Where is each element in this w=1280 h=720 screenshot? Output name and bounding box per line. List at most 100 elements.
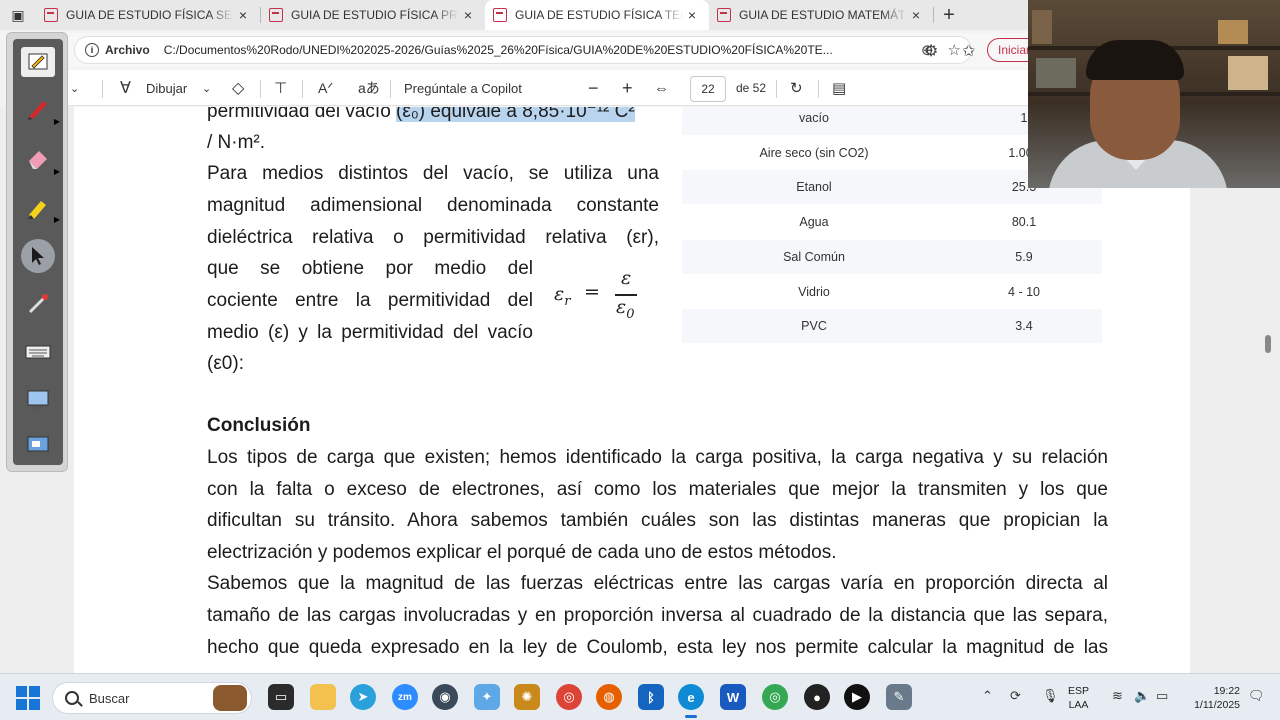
text-span: permitividad del vacío [207,107,397,122]
cursor-icon[interactable] [21,239,55,273]
rotate-icon[interactable]: ↻ [790,70,803,106]
tab-title: GUIA DE ESTUDIO FÍSICA TERCERO [515,8,683,22]
task-view-icon[interactable]: ▭ [268,684,294,710]
close-icon[interactable]: × [459,7,477,23]
copilot-button[interactable]: Pregúntale a Copilot [404,70,522,106]
table-cell-value: 5.9 [1015,250,1033,264]
app-icon[interactable]: ● [804,684,830,710]
expand-arrow-icon[interactable]: ▶ [54,215,60,224]
firefox-icon[interactable]: ◍ [596,684,622,710]
url-field[interactable]: i Archivo C:/Documentos%20Rodo/UNEDI%202… [74,36,972,64]
bluetooth-icon[interactable]: ᛒ [638,684,664,710]
app-icon[interactable]: ✦ [474,684,500,710]
chrome-icon[interactable]: ◎ [556,684,582,710]
table-cell-material: Agua [799,215,829,229]
pdf-icon [717,8,731,22]
microphone-icon[interactable]: 🎙 [1042,688,1059,704]
table-cell-material: vacío [799,111,829,125]
clock-date: 1/11/2025 [1194,699,1240,711]
screen-capture-icon[interactable] [21,385,55,415]
draw-icon[interactable]: ∀ [120,70,131,106]
vertical-scrollbar[interactable] [1262,107,1274,673]
pdf-toolbar: ⌄ ∀ Dibujar ⌄ ◇ ⊤ Aᐟ aあ Pregúntale a Cop… [66,70,1028,106]
language-indicator[interactable]: ESP LAA [1068,684,1089,712]
translate-icon[interactable]: aあ [358,70,380,106]
tab-fisica-segundo[interactable]: GUIA DE ESTUDIO FÍSICA SEGUNDO × [36,0,260,30]
window-menu-icon[interactable]: ▣ [0,0,36,30]
edge-icon[interactable]: e [678,684,704,718]
chevron-up-icon[interactable]: ⌃ [982,688,993,704]
page-count: de 52 [736,81,767,95]
scrollbar-thumb[interactable] [1265,335,1271,353]
page-view-icon[interactable]: ▤ [832,70,846,106]
favorite-star-icon[interactable]: ☆ [948,41,961,59]
whiteboard-icon[interactable] [21,47,55,77]
shelf-object [1032,10,1052,44]
clock[interactable]: 19:22 1/11/2025 [1180,684,1240,712]
text-line: cociente entre la permitividad del [207,290,533,311]
word-icon[interactable]: W [720,684,746,710]
expand-arrow-icon[interactable]: ▶ [54,167,60,176]
read-aloud-icon[interactable]: Aᐟ [318,70,333,106]
table-row: Sal Común 5.9 [682,240,1102,274]
media-player-icon[interactable]: ▶ [844,684,870,710]
extensions-icon[interactable]: ⚙ [924,41,938,61]
notification-icon[interactable]: 🗨 [1248,688,1265,704]
file-explorer-icon[interactable] [310,684,336,710]
url-text[interactable]: C:/Documentos%20Rodo/UNEDI%202025-2026/G… [164,43,907,57]
battery-icon[interactable]: ▭ [1156,688,1168,704]
close-icon[interactable]: × [683,7,701,23]
taskbar-search[interactable]: Buscar [52,682,252,714]
tab-title: GUIA DE ESTUDIO MATEMÁTICAS [739,8,907,22]
pdf-icon [44,8,58,22]
highlighter-icon[interactable] [21,193,55,223]
formula-subscript: 0 [626,306,635,322]
expand-arrow-icon[interactable]: ▶ [54,117,60,126]
tab-matematicas[interactable]: GUIA DE ESTUDIO MATEMÁTICAS × [709,0,933,30]
text-line: permitividad del vacío (ε₀) equivale a 8… [207,107,667,128]
formula-equals: = [584,281,600,303]
formula-denominator: ε0 [616,296,634,322]
tab-fisica-tercero[interactable]: GUIA DE ESTUDIO FÍSICA TERCERO × [485,0,709,30]
close-icon[interactable]: × [234,7,252,23]
pdf-icon [269,8,283,22]
table-row: PVC 3.4 [682,309,1102,343]
info-icon[interactable]: i [85,43,99,57]
windows-start-icon[interactable] [16,686,40,710]
chevron-down-icon[interactable]: ⌄ [202,70,211,106]
sync-icon[interactable]: ⟳ [1010,688,1021,704]
tab-title: GUIA DE ESTUDIO FÍSICA PRIMERO [291,8,459,22]
app-icon[interactable]: ✺ [514,684,540,710]
text-line: Para medios distintos del vacío, se util… [207,163,659,184]
desktop-icon[interactable] [21,431,55,461]
zoom-out-button[interactable]: − [588,70,599,106]
person-hair [1086,40,1184,80]
red-pen-icon[interactable] [21,93,55,123]
bison-widget-icon[interactable] [213,685,247,711]
toolbar-divider [260,80,261,98]
eraser-icon[interactable] [21,143,55,173]
chrome-profile-icon[interactable]: ◎ [762,684,788,710]
page-number-input[interactable]: 22 [690,76,726,102]
laser-pointer-icon[interactable] [21,289,55,319]
app-icon[interactable]: ✎ [886,684,912,710]
table-cell-material: Sal Común [783,250,845,264]
keyboard-icon[interactable] [21,337,55,367]
tab-fisica-primero[interactable]: GUIA DE ESTUDIO FÍSICA PRIMERO × [261,0,485,30]
app-icon[interactable]: ◉ [432,684,458,710]
draw-button[interactable]: Dibujar [146,70,187,106]
text-box-icon[interactable]: ⊤ [274,70,287,106]
wifi-icon[interactable]: ≋ [1112,688,1123,704]
new-tab-button[interactable]: + [934,4,964,27]
close-icon[interactable]: × [907,7,925,23]
toolbar-divider [102,80,103,98]
zoom-app-icon[interactable]: zm [392,684,418,710]
chevron-down-icon[interactable]: ⌄ [70,70,79,106]
volume-muted-icon[interactable]: 🔈 [1134,688,1150,704]
fit-page-icon[interactable]: ⇔ [654,70,669,106]
zoom-in-button[interactable]: + [622,70,633,106]
eraser-icon[interactable]: ◇ [232,70,244,106]
favorites-icon[interactable]: ✩ [962,41,975,61]
telegram-icon[interactable]: ➤ [350,684,376,710]
toolbar-divider [390,80,391,98]
